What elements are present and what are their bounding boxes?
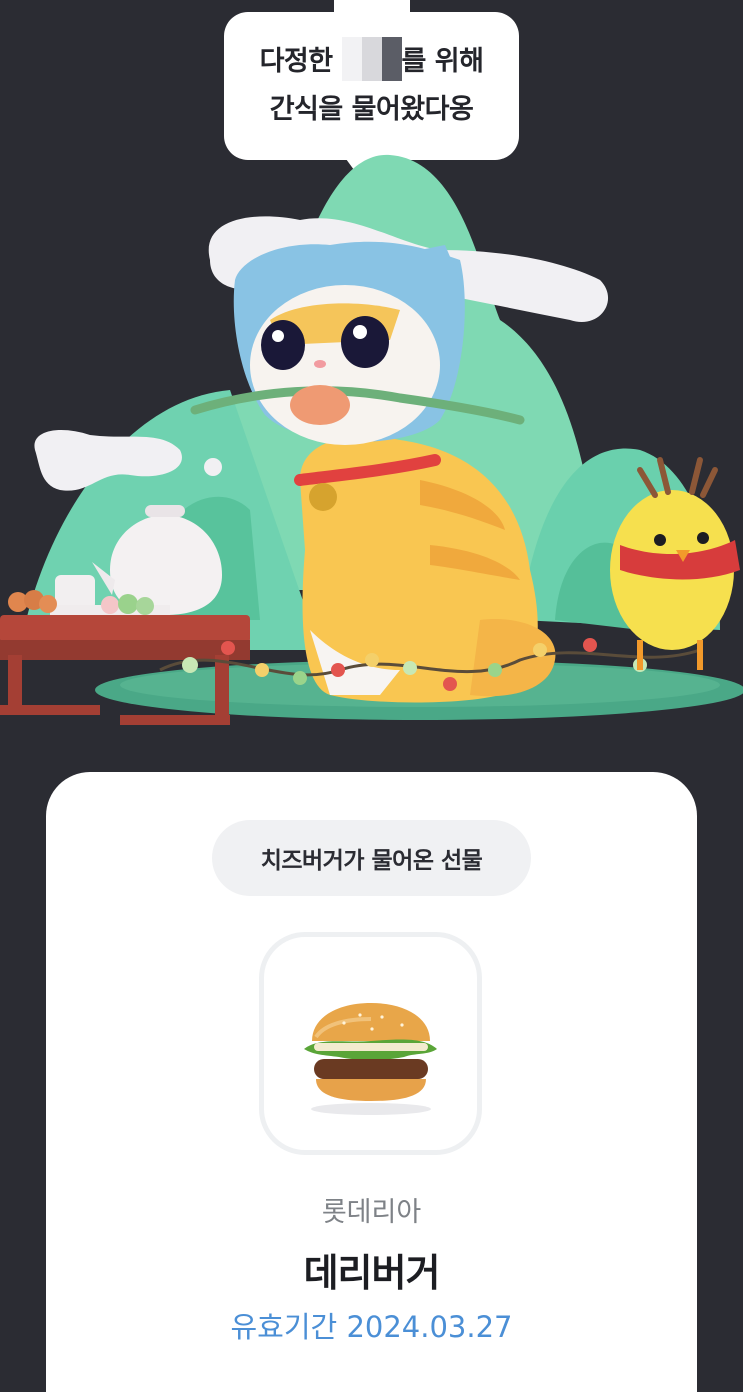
cat-illustration (0, 154, 743, 725)
burger-image (304, 1003, 437, 1115)
bubble-line-1: 다정한 를 위해 (224, 36, 519, 86)
expiry-date: 2024.03.27 (346, 1310, 513, 1344)
expiry-label: 유효기간 (230, 1310, 338, 1344)
brand-name: 롯데리아 (321, 1197, 422, 1228)
expiry-text: 유효기간 2024.03.27 (46, 1304, 697, 1346)
bubble-line-2: 간식을 물어왔다옹 (269, 94, 474, 125)
gift-card: 치즈버거가 물어온 선물 롯데리아 데리버거 유효기간 2024.03.27 (46, 772, 697, 1392)
product-name: 데리버거 (303, 1251, 441, 1295)
tea-table (0, 615, 250, 643)
speech-bubble: 다정한 를 위해 간식을 물어왔다옹 (224, 12, 519, 174)
bubble-line-1-prefix: 다정한 (259, 46, 342, 77)
bubble-line-1-suffix: 를 위해 (401, 46, 484, 77)
gift-label-chip: 치즈버거가 물어온 선물 (212, 820, 531, 896)
redacted-name (341, 36, 402, 81)
product-image-frame[interactable] (259, 932, 482, 1155)
